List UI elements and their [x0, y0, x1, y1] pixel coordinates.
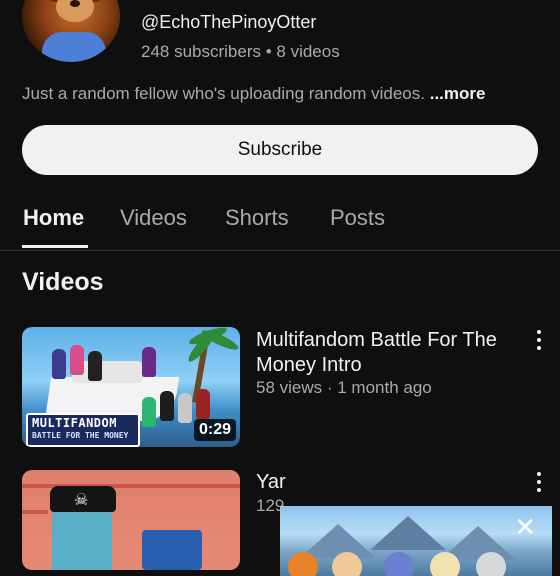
tab-home[interactable]: Home — [23, 205, 84, 231]
channel-description[interactable]: Just a random fellow who's uploading ran… — [22, 84, 485, 104]
more-options-icon[interactable] — [531, 330, 547, 350]
tab-videos[interactable]: Videos — [120, 205, 187, 231]
video-title[interactable]: Yar — [256, 471, 286, 494]
video-thumbnail[interactable]: MULTIFANDOM BATTLE FOR THE MONEY 0:29 — [22, 327, 240, 447]
channel-handle: @EchoThePinoyOtter — [141, 12, 317, 32]
video-thumbnail[interactable]: ☠ — [22, 470, 240, 570]
channel-avatar[interactable] — [22, 0, 120, 62]
tab-posts[interactable]: Posts — [330, 205, 385, 231]
thumbnail-logo-subtitle: BATTLE FOR THE MONEY — [32, 431, 129, 440]
thumbnail-logo: MULTIFANDOM BATTLE FOR THE MONEY — [26, 413, 140, 447]
video-duration: 0:29 — [193, 419, 236, 441]
tabs-divider — [0, 250, 560, 251]
section-title: Videos — [22, 268, 104, 296]
tab-shorts[interactable]: Shorts — [225, 205, 289, 231]
channel-name-cropped — [145, 0, 375, 4]
more-options-icon[interactable] — [531, 472, 547, 492]
thumbnail-logo-title: MULTIFANDOM — [32, 416, 117, 430]
subscribe-button[interactable]: Subscribe — [22, 125, 538, 175]
close-icon[interactable]: ✕ — [514, 514, 536, 540]
video-title[interactable]: Multifandom Battle For The Money Intro — [256, 328, 518, 378]
mini-player[interactable]: ✕ — [280, 506, 552, 576]
channel-stats: 248 subscribers • 8 videos — [141, 42, 340, 61]
active-tab-indicator — [22, 245, 88, 248]
video-meta: 58 views · 1 month ago — [256, 378, 432, 397]
description-text: Just a random fellow who's uploading ran… — [22, 84, 425, 103]
more-link[interactable]: ...more — [430, 84, 486, 103]
